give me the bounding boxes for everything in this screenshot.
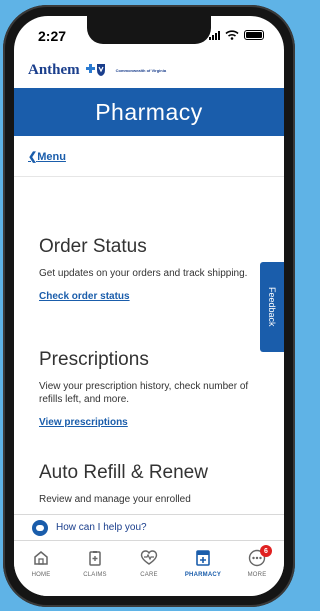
chat-bot-icon <box>32 519 48 536</box>
help-chat-bar[interactable]: How can I help you? <box>14 514 284 540</box>
heart-pulse-icon <box>140 550 158 565</box>
section-description: Review and manage your enrolled <box>39 494 191 505</box>
back-to-menu-link[interactable]: ❮Menu <box>28 150 66 163</box>
menu-link-label: Menu <box>37 151 66 163</box>
page-title: Pharmacy <box>95 98 203 125</box>
notification-badge: 6 <box>260 545 272 557</box>
section-title: Prescriptions <box>39 349 149 370</box>
page-header: Pharmacy <box>14 88 284 136</box>
wifi-icon <box>225 30 239 40</box>
tab-label: HOME <box>31 572 51 578</box>
tab-more[interactable]: 6 MORE <box>232 545 282 596</box>
section-title: Order Status <box>39 236 147 257</box>
section-description: Get updates on your orders and track shi… <box>39 268 248 279</box>
help-prompt: How can I help you? <box>56 522 147 533</box>
tab-claims[interactable]: CLAIMS <box>70 549 120 596</box>
tab-label: MORE <box>247 572 267 578</box>
feedback-tab[interactable]: Feedback <box>260 262 284 352</box>
notch <box>87 16 211 44</box>
brand-sub-label: Commonwealth of Virginia <box>115 67 167 73</box>
feedback-label: Feedback <box>267 287 277 327</box>
signal-icon <box>209 31 220 40</box>
tab-label: CARE <box>140 572 158 578</box>
tab-home[interactable]: HOME <box>16 549 66 596</box>
section-description: View your prescription history, check nu… <box>39 381 249 405</box>
tab-label: CLAIMS <box>83 572 107 578</box>
section-auto-refill: Auto Refill & Renew Review and manage yo… <box>39 462 264 506</box>
cross-shield-logo-icon <box>85 64 105 76</box>
section-title: Auto Refill & Renew <box>39 462 208 483</box>
tab-label: PHARMACY <box>184 572 222 578</box>
status-icons <box>209 30 264 40</box>
chevron-left-icon: ❮ <box>28 151 38 163</box>
brand-logo-text: Anthem <box>28 61 80 78</box>
view-prescriptions-link[interactable]: View prescriptions <box>39 417 264 428</box>
pharmacy-icon <box>196 550 210 566</box>
section-order-status: Order Status Get updates on your orders … <box>39 236 264 302</box>
home-icon <box>34 551 48 565</box>
tab-pharmacy[interactable]: PHARMACY <box>178 549 228 596</box>
bottom-tab-bar: HOME CLAIMS CARE PHARMACY 6 MORE <box>14 540 284 596</box>
battery-icon <box>244 30 264 40</box>
brand-bar: Anthem Commonwealth of Virginia <box>14 52 284 88</box>
app-screen: 2:27 Anthem Commonwealth of Virginia Pha… <box>14 16 284 596</box>
status-time: 2:27 <box>38 28 67 44</box>
tab-care[interactable]: CARE <box>124 549 174 596</box>
clipboard-icon <box>89 551 101 566</box>
phone-frame: 2:27 Anthem Commonwealth of Virginia Pha… <box>3 5 295 607</box>
divider <box>14 176 284 177</box>
check-order-status-link[interactable]: Check order status <box>39 291 264 302</box>
section-prescriptions: Prescriptions View your prescription his… <box>39 349 264 428</box>
